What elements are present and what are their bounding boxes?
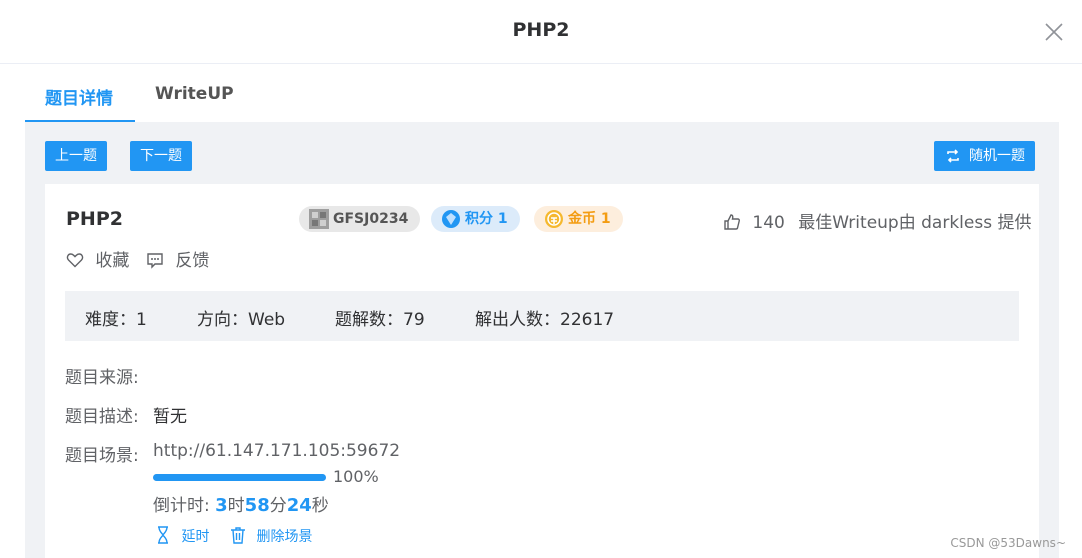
random-question-button[interactable]: 随机一题: [934, 141, 1035, 171]
trash-icon: [231, 527, 245, 544]
thumbs-up-icon[interactable]: [723, 213, 741, 231]
modal-header: PHP2: [0, 0, 1082, 64]
likes-info: 140 最佳Writeup由 darkless 提供: [723, 208, 1031, 233]
challenge-modal: PHP2 题目详情 WriteUP 上一题 下一题 随机一题 PHP2 GFSJ…: [0, 0, 1082, 558]
avatar-icon: [309, 209, 329, 229]
feedback-button[interactable]: 反馈: [146, 246, 209, 271]
countdown-minutes-unit: 分: [269, 496, 287, 516]
scene-label: 题目场景:: [65, 446, 139, 466]
countdown-seconds-unit: 秒: [311, 496, 329, 516]
watermark: CSDN @53Dawns~: [950, 536, 1066, 550]
description-label: 题目描述:: [65, 407, 139, 427]
feedback-label: 反馈: [175, 251, 210, 271]
countdown-hours-unit: 时: [227, 496, 245, 516]
countdown-seconds: 24: [286, 495, 312, 516]
favorite-button[interactable]: 收藏: [66, 246, 129, 271]
scene-progress-fill: [153, 474, 326, 481]
scene-progress-bar: [153, 474, 326, 481]
description-value: 暂无: [153, 407, 187, 427]
coin-badge: 金币 1: [534, 206, 623, 232]
challenge-title: PHP2: [66, 208, 123, 230]
tab-writeup[interactable]: WriteUP: [155, 84, 234, 104]
prev-question-button[interactable]: 上一题: [45, 141, 107, 171]
solves-stat: 题解数：79: [335, 310, 425, 330]
close-icon[interactable]: [1042, 20, 1066, 44]
challenge-id-badge: GFSJ0234: [299, 206, 421, 232]
scene-url[interactable]: http://61.147.171.105:59672: [153, 441, 400, 461]
favorite-label: 收藏: [95, 251, 130, 271]
extend-time-label: 延时: [181, 529, 210, 545]
source-label: 题目来源:: [65, 368, 139, 388]
heart-icon: [66, 253, 84, 268]
extend-time-button[interactable]: 延时: [155, 526, 209, 546]
coin-text: 金币 1: [568, 211, 611, 227]
hourglass-icon: [158, 526, 168, 544]
tab-bar: 题目详情 WriteUP: [25, 64, 1059, 122]
direction-stat: 方向：Web: [197, 310, 286, 330]
delete-scene-label: 删除场景: [256, 529, 313, 545]
message-icon: [147, 253, 163, 269]
diamond-icon: [442, 210, 460, 228]
countdown-timer: 倒计时: 3时58分24秒: [153, 491, 329, 516]
scene-progress-text: 100%: [333, 467, 379, 486]
tab-details[interactable]: 题目详情: [45, 84, 113, 109]
difficulty-stat: 难度：1: [85, 310, 147, 330]
random-question-label: 随机一题: [969, 148, 1025, 164]
challenge-id-text: GFSJ0234: [333, 211, 409, 227]
best-writeup-text: 最佳Writeup由 darkless 提供: [798, 213, 1032, 233]
countdown-prefix: 倒计时:: [153, 496, 216, 516]
countdown-minutes: 58: [244, 495, 270, 516]
coin-icon: [545, 210, 563, 228]
next-question-button[interactable]: 下一题: [130, 141, 192, 171]
delete-scene-button[interactable]: 删除场景: [230, 526, 312, 546]
challenge-card: PHP2 GFSJ0234 积分 1 金币 1 140 最佳Writeup由 d…: [45, 184, 1039, 558]
solvers-stat: 解出人数：22617: [475, 310, 615, 330]
shuffle-icon: [947, 149, 959, 163]
score-badge: 积分 1: [431, 206, 520, 232]
modal-title: PHP2: [512, 19, 570, 41]
score-text: 积分 1: [465, 211, 508, 227]
content-panel: 上一题 下一题 随机一题 PHP2 GFSJ0234 积分 1 金币 1 140…: [25, 122, 1059, 558]
countdown-hours: 3: [215, 495, 228, 516]
stats-bar: 难度：1 方向：Web 题解数：79 解出人数：22617: [65, 291, 1019, 341]
likes-count: 140: [752, 213, 785, 233]
